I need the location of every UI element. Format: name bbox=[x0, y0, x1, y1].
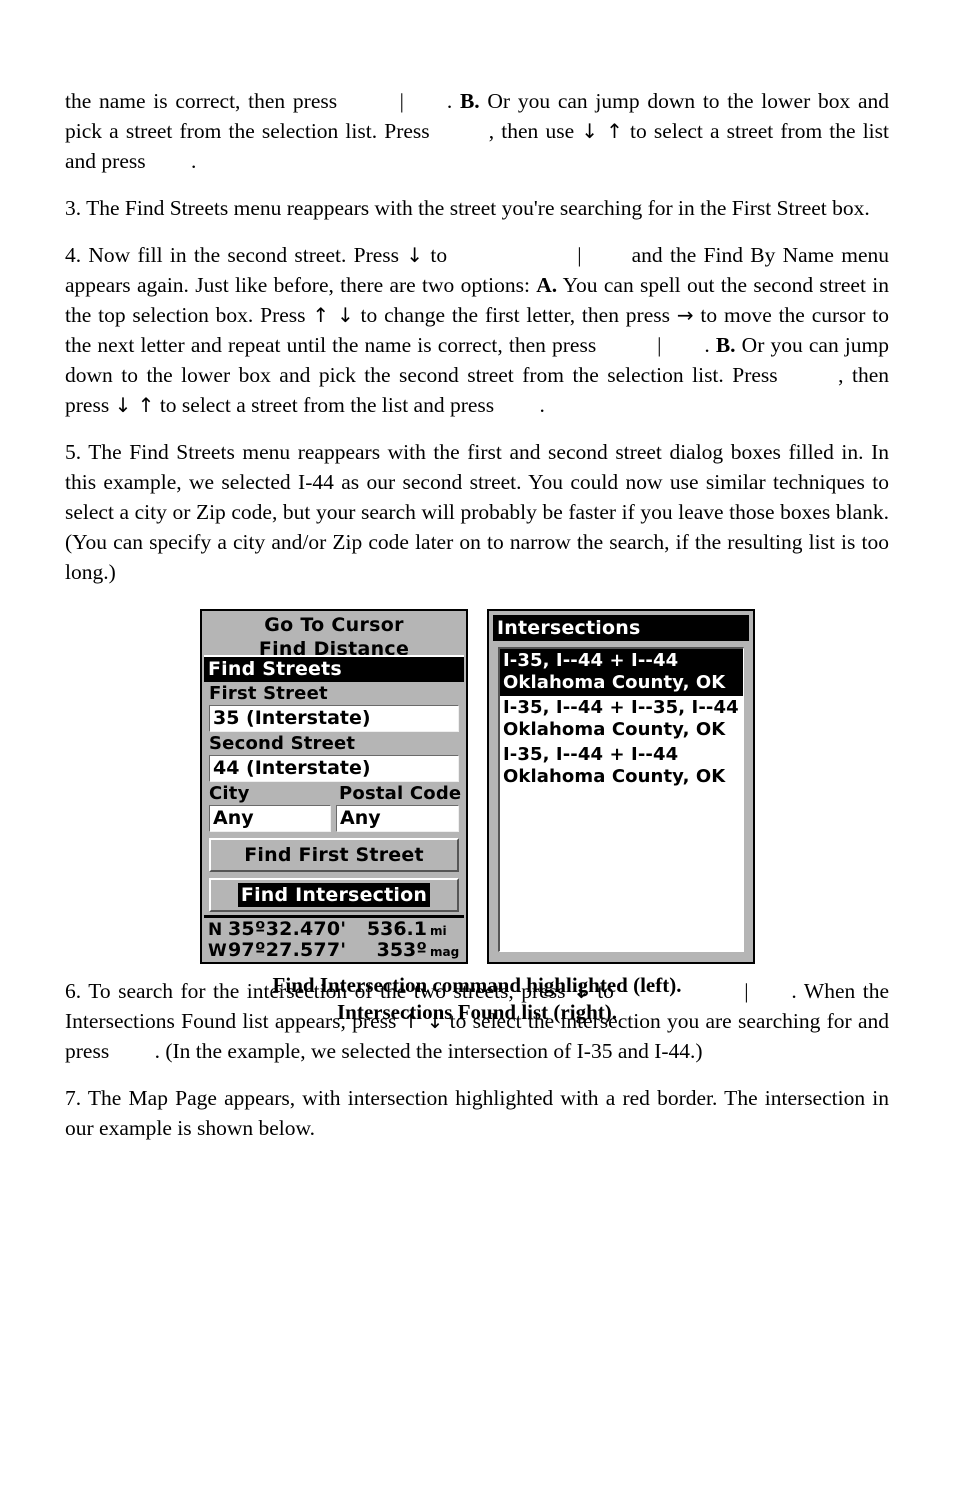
screenshot-pair: Go To Cursor Find Distance Find Streets … bbox=[65, 604, 889, 964]
background-menu: Go To Cursor Find Distance bbox=[204, 613, 464, 661]
second-street-label: Second Street bbox=[209, 733, 356, 754]
city-postal-row: City Any Postal Code Any bbox=[204, 782, 464, 832]
postal-code-input[interactable]: Any bbox=[336, 805, 459, 832]
first-street-label: First Street bbox=[209, 683, 328, 704]
caption-line-2: Intersections Found list (right). bbox=[337, 1000, 617, 1024]
page-content: the name is correct, then press |. B. Or… bbox=[65, 86, 889, 1160]
arrow-key-icon: ↓ ↑ bbox=[114, 393, 155, 417]
figure-find-intersection: Go To Cursor Find Distance Find Streets … bbox=[65, 604, 889, 1024]
find-streets-dialog: Find Streets First Street 35 (Interstate… bbox=[204, 655, 464, 916]
arrow-key-icon: ↑ ↓ bbox=[312, 303, 354, 327]
bearing-unit: mag bbox=[430, 945, 460, 959]
paragraph-step-7: 7. The Map Page appears, with intersecti… bbox=[65, 1086, 889, 1140]
figure-caption: Find Intersection command highlighted (l… bbox=[65, 972, 889, 1026]
find-intersection-label: Find Intersection bbox=[237, 883, 431, 907]
arrow-key-icon: → bbox=[676, 303, 694, 327]
find-first-street-label: Find First Street bbox=[244, 844, 424, 866]
first-street-input[interactable]: 35 (Interstate) bbox=[209, 705, 459, 732]
dialog-title: Find Streets bbox=[204, 657, 464, 682]
distance-value: 536.1 bbox=[366, 918, 427, 940]
arrow-key-icon: ↓ bbox=[406, 243, 424, 267]
intersection-locality: Oklahoma County, OK bbox=[503, 719, 726, 740]
longitude-row: W 97º27.577' 353º mag bbox=[204, 939, 464, 961]
latitude-value: 35º32.470' bbox=[228, 918, 347, 940]
paragraph-continued: the name is correct, then press |. B. Or… bbox=[65, 86, 889, 176]
intersection-list-item[interactable]: I-35, I--44 + I--44 Oklahoma County, OK bbox=[500, 743, 743, 790]
gps-status-bar: N 35º32.470' 536.1 mi W 97º27.577' 353º … bbox=[204, 916, 464, 961]
paragraph-step-3: 3. The Find Streets menu reappears with … bbox=[65, 196, 870, 220]
city-column: City Any bbox=[204, 782, 334, 832]
emphasis: A. bbox=[536, 273, 558, 297]
intersection-streets: I-35, I--44 + I--35, I--44 bbox=[503, 697, 739, 718]
separator-glyph: | bbox=[577, 243, 582, 267]
latitude-hemisphere: N bbox=[208, 920, 223, 940]
separator-glyph: | bbox=[657, 333, 662, 357]
gps-screenshot-intersections-list: Intersections I-35, I--44 + I--44 Oklahom… bbox=[487, 609, 755, 964]
paragraph-step-4: 4. Now fill in the second street. Press … bbox=[65, 240, 889, 420]
separator-glyph: | bbox=[399, 89, 404, 113]
menu-item-go-to-cursor[interactable]: Go To Cursor bbox=[204, 613, 464, 637]
distance-unit: mi bbox=[430, 924, 447, 938]
gps-screenshot-find-streets: Go To Cursor Find Distance Find Streets … bbox=[200, 609, 468, 964]
city-label: City bbox=[209, 783, 250, 804]
intersection-locality: Oklahoma County, OK bbox=[503, 766, 726, 787]
intersection-streets: I-35, I--44 + I--44 bbox=[503, 650, 679, 671]
find-intersection-button[interactable]: Find Intersection bbox=[209, 878, 459, 912]
emphasis: B. bbox=[459, 89, 480, 113]
intersections-title: Intersections bbox=[493, 615, 749, 641]
second-street-input[interactable]: 44 (Interstate) bbox=[209, 755, 459, 782]
longitude-hemisphere: W bbox=[208, 941, 227, 961]
postal-code-label: Postal Code bbox=[339, 783, 462, 804]
bearing-value: 353º bbox=[376, 939, 427, 961]
intersection-list-item[interactable]: I-35, I--44 + I--44 Oklahoma County, OK bbox=[500, 649, 743, 696]
arrow-key-icon: ↓ ↑ bbox=[581, 119, 623, 143]
city-input[interactable]: Any bbox=[209, 805, 331, 832]
intersection-list-item[interactable]: I-35, I--44 + I--35, I--44 Oklahoma Count… bbox=[500, 696, 743, 743]
postal-code-column: Postal Code Any bbox=[334, 782, 464, 832]
intersection-streets: I-35, I--44 + I--44 bbox=[503, 744, 679, 765]
intersections-list[interactable]: I-35, I--44 + I--44 Oklahoma County, OK I-… bbox=[498, 647, 744, 952]
caption-line-1: Find Intersection command highlighted (l… bbox=[272, 973, 682, 997]
intersection-locality: Oklahoma County, OK bbox=[503, 672, 726, 693]
longitude-value: 97º27.577' bbox=[228, 939, 347, 961]
emphasis: B. bbox=[715, 333, 736, 357]
find-first-street-button[interactable]: Find First Street bbox=[209, 838, 459, 872]
paragraph-step-5: 5. The Find Streets menu reappears with … bbox=[65, 440, 889, 584]
latitude-row: N 35º32.470' 536.1 mi bbox=[204, 918, 464, 940]
